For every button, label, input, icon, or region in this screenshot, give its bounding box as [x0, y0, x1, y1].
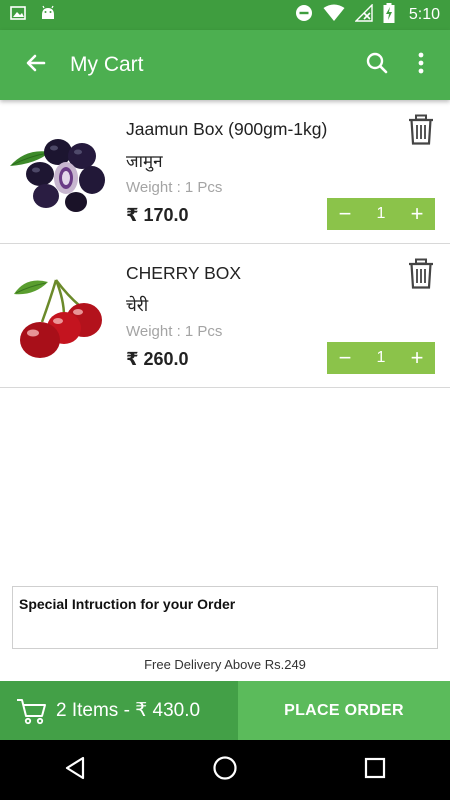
arrow-left-icon [24, 51, 48, 80]
cart-summary-text: 2 Items - ₹ 430.0 [56, 700, 201, 721]
increase-quantity-button[interactable]: + [399, 198, 435, 230]
battery-charging-icon [383, 2, 395, 28]
wifi-icon [323, 4, 345, 27]
product-name-hindi: चेरी [126, 296, 149, 315]
cart-icon [16, 696, 52, 726]
recents-square-icon [364, 757, 386, 784]
product-weight: Weight : 1 Pcs [126, 323, 223, 340]
system-nav-bar [0, 740, 450, 800]
back-button[interactable] [18, 47, 54, 83]
dnd-icon [295, 4, 313, 27]
quantity-value: 1 [376, 205, 386, 222]
cart-item: CHERRY BOX चेरी Weight : 1 Pcs ₹ 260.0 −… [0, 244, 450, 388]
image-icon [10, 5, 26, 26]
delete-item-button[interactable] [406, 114, 436, 146]
status-time: 5:10 [408, 6, 440, 23]
decrease-quantity-button[interactable]: − [327, 198, 363, 230]
product-image-jamun [6, 122, 110, 222]
product-price: ₹ 170.0 [126, 205, 189, 225]
product-price: ₹ 260.0 [126, 349, 189, 369]
app-bar: My Cart [0, 30, 450, 100]
special-instructions-label: Special Intruction for your Order [19, 596, 236, 612]
back-triangle-icon [64, 756, 86, 785]
product-weight: Weight : 1 Pcs [126, 179, 223, 196]
cart-summary: 2 Items - ₹ 430.0 [0, 681, 238, 740]
product-name: Jaamun Box (900gm-1kg) [126, 119, 328, 139]
nav-home-button[interactable] [205, 750, 245, 790]
app-bar-actions [362, 50, 436, 80]
product-name-hindi: जामुन [126, 152, 163, 171]
nav-recents-button[interactable] [355, 750, 395, 790]
checkout-bar: 2 Items - ₹ 430.0 PLACE ORDER [0, 681, 450, 740]
status-right: 5:10 [295, 2, 440, 28]
delete-item-button[interactable] [406, 258, 436, 290]
place-order-button[interactable]: PLACE ORDER [238, 681, 450, 740]
cart-item: Jaamun Box (900gm-1kg) जामुन Weight : 1 … [0, 100, 450, 244]
more-options-button[interactable] [406, 50, 436, 80]
more-vert-icon [417, 51, 425, 80]
quantity-stepper: − 1 + [327, 342, 435, 374]
trash-icon [406, 258, 436, 294]
search-icon [365, 51, 389, 80]
android-icon [40, 5, 56, 26]
no-signal-icon [354, 2, 373, 27]
nav-back-button[interactable] [55, 750, 95, 790]
status-bar: 5:10 [0, 0, 450, 30]
page-title: My Cart [70, 53, 144, 76]
quantity-stepper: − 1 + [327, 198, 435, 230]
product-name: CHERRY BOX [126, 263, 242, 283]
status-left [10, 5, 56, 26]
decrease-quantity-button[interactable]: − [327, 342, 363, 374]
quantity-value: 1 [376, 349, 386, 366]
search-button[interactable] [362, 50, 392, 80]
home-circle-icon [212, 755, 238, 786]
free-delivery-note: Free Delivery Above Rs.249 [144, 657, 306, 672]
increase-quantity-button[interactable]: + [399, 342, 435, 374]
product-image-cherry [6, 266, 110, 366]
trash-icon [406, 114, 436, 150]
special-instructions-field[interactable]: Special Intruction for your Order [12, 586, 438, 649]
cart-list: Jaamun Box (900gm-1kg) जामुन Weight : 1 … [0, 100, 450, 388]
